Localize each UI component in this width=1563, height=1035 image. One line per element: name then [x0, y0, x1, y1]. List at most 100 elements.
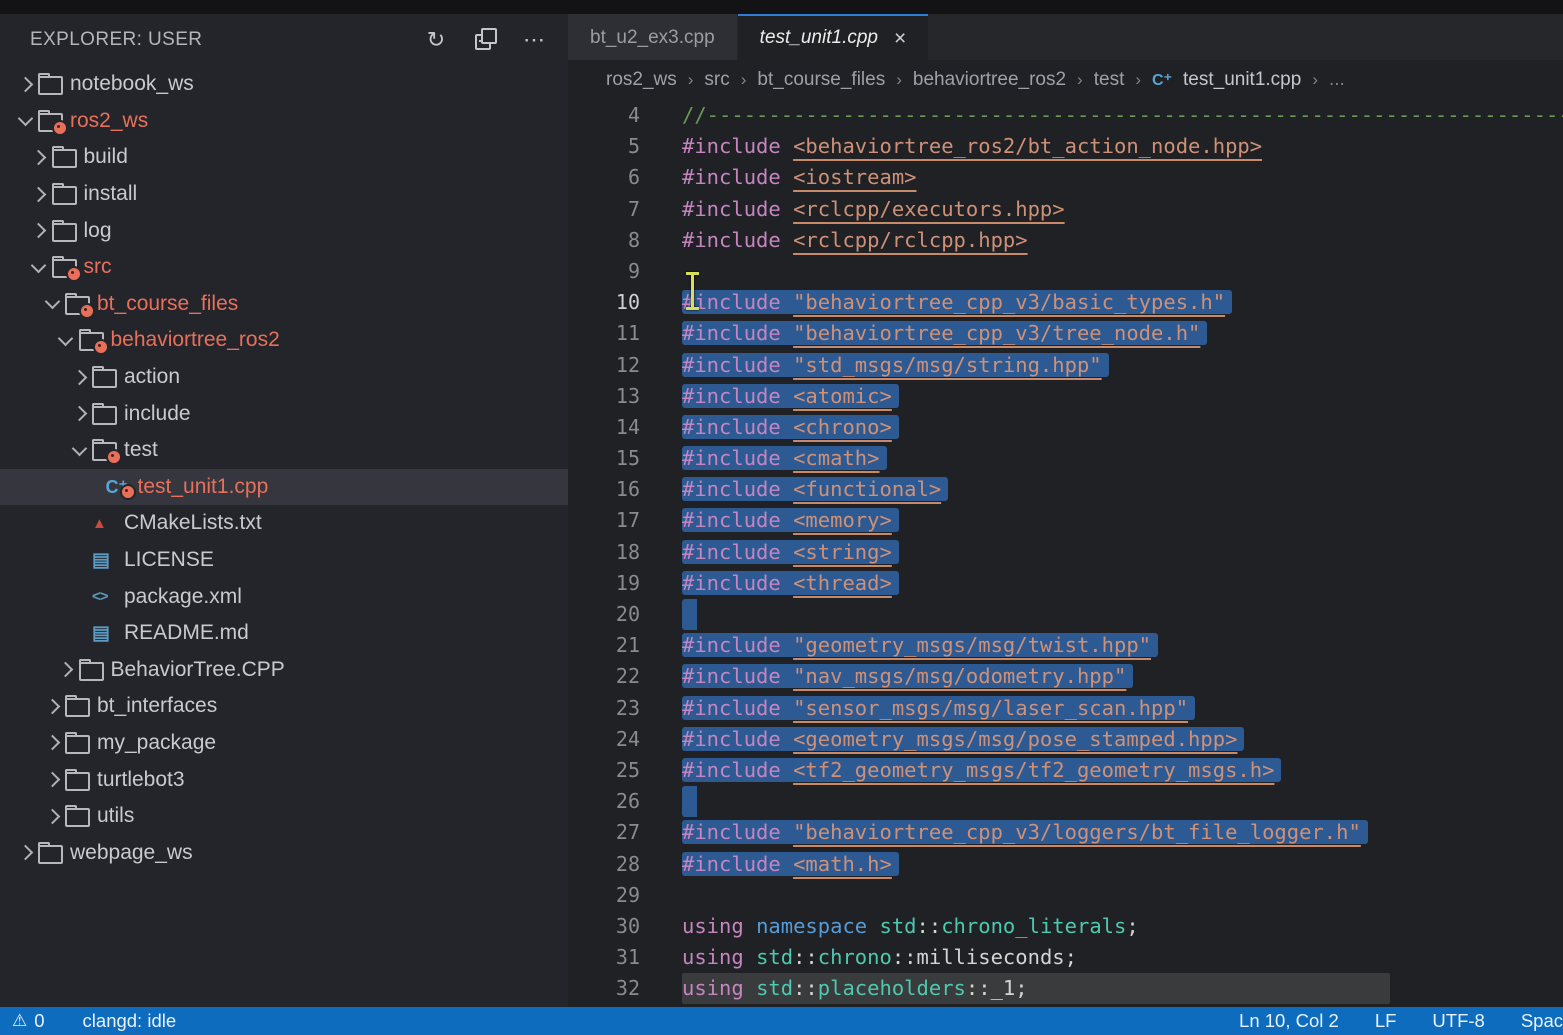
tree-item-label: ros2_ws [70, 109, 148, 133]
selection-highlight: #include "nav_msgs/msg/odometry.hpp" [682, 664, 1133, 688]
folder-icon [92, 366, 124, 388]
code-line-content: #include "behaviortree_cpp_v3/tree_node.… [682, 318, 1207, 349]
code-line-content: #include <memory> [682, 505, 899, 536]
tree-item-readme-md[interactable]: ▤README.md [0, 615, 568, 652]
code-editor[interactable]: 4//-------------------------------------… [568, 100, 1563, 1007]
code-line-content: #include <behaviortree_ros2/bt_action_no… [682, 131, 1262, 162]
indentation-indicator[interactable]: Spac [1521, 1010, 1563, 1032]
error-badge [120, 484, 136, 500]
selection-highlight: #include <atomic> [682, 384, 899, 408]
code-line-32[interactable]: 32using std::placeholders::_1; [568, 973, 1563, 1004]
breadcrumb-item-test[interactable]: test [1094, 69, 1125, 91]
tree-item-behaviortree-ros2[interactable]: behaviortree_ros2 [0, 322, 568, 359]
tree-item-include[interactable]: include [0, 395, 568, 432]
tree-item-src[interactable]: src [0, 249, 568, 286]
code-line-13[interactable]: 13#include <atomic> [568, 381, 1563, 412]
gutter-line-number: 21 [568, 630, 640, 661]
code-line-11[interactable]: 11#include "behaviortree_cpp_v3/tree_nod… [568, 318, 1563, 349]
code-line-20[interactable]: 20 [568, 599, 1563, 630]
breadcrumb-file[interactable]: test_unit1.cpp [1183, 69, 1301, 91]
problems-indicator[interactable]: ⚠ 0 [12, 1010, 45, 1032]
breadcrumb-item-behaviortree_ros2[interactable]: behaviortree_ros2 [913, 69, 1066, 91]
tree-item-bt-interfaces[interactable]: bt_interfaces [0, 688, 568, 725]
code-line-21[interactable]: 21#include "geometry_msgs/msg/twist.hpp" [568, 630, 1563, 661]
more-actions-icon[interactable]: ⋯ [522, 29, 546, 51]
code-line-28[interactable]: 28#include <math.h> [568, 849, 1563, 880]
code-line-10[interactable]: 10#include "behaviortree_cpp_v3/basic_ty… [568, 287, 1563, 318]
breadcrumb-separator: › [1077, 70, 1083, 90]
selection-highlight [682, 599, 697, 630]
tree-item-my-package[interactable]: my_package [0, 725, 568, 762]
clangd-status[interactable]: clangd: idle [83, 1010, 177, 1032]
code-line-content: #include <atomic> [682, 381, 899, 412]
code-line-6[interactable]: 6#include <iostream> [568, 162, 1563, 193]
code-line-4[interactable]: 4//-------------------------------------… [568, 100, 1563, 131]
code-line-18[interactable]: 18#include <string> [568, 537, 1563, 568]
code-line-content: #include "nav_msgs/msg/odometry.hpp" [682, 661, 1133, 692]
chevron-right-icon [12, 79, 38, 90]
tree-item-turtlebot3[interactable]: turtlebot3 [0, 761, 568, 798]
tree-item-log[interactable]: log [0, 212, 568, 249]
tree-item-action[interactable]: action [0, 359, 568, 396]
tab-bt-u2-ex3-cpp[interactable]: bt_u2_ex3.cpp [568, 14, 737, 60]
code-line-16[interactable]: 16#include <functional> [568, 474, 1563, 505]
breadcrumb-item-bt_course_files[interactable]: bt_course_files [757, 69, 885, 91]
tree-item-build[interactable]: build [0, 139, 568, 176]
eol-indicator[interactable]: LF [1375, 1010, 1397, 1032]
tree-item-bt-course-files[interactable]: bt_course_files [0, 286, 568, 323]
cpp-file-icon: C⁺ [1152, 70, 1172, 90]
book-file-icon: ▤ [92, 624, 124, 643]
code-line-5[interactable]: 5#include <behaviortree_ros2/bt_action_n… [568, 131, 1563, 162]
code-line-17[interactable]: 17#include <memory> [568, 505, 1563, 536]
collapse-folders-icon[interactable] [473, 28, 497, 52]
book-file-icon: ▤ [92, 551, 124, 570]
code-line-8[interactable]: 8#include <rclcpp/rclcpp.hpp> [568, 225, 1563, 256]
breadcrumb-item-ros2_ws[interactable]: ros2_ws [606, 69, 677, 91]
tree-item-label: bt_interfaces [97, 694, 217, 718]
folder-icon [52, 220, 84, 242]
code-line-27[interactable]: 27#include "behaviortree_cpp_v3/loggers/… [568, 817, 1563, 848]
tree-item-test-unit1-cpp[interactable]: C⁺test_unit1.cpp [0, 469, 568, 506]
tree-item-license[interactable]: ▤LICENSE [0, 542, 568, 579]
tab-test-unit1-cpp[interactable]: test_unit1.cpp× [738, 14, 929, 60]
code-line-14[interactable]: 14#include <chrono> [568, 412, 1563, 443]
code-line-25[interactable]: 25#include <tf2_geometry_msgs/tf2_geomet… [568, 755, 1563, 786]
code-line-22[interactable]: 22#include "nav_msgs/msg/odometry.hpp" [568, 661, 1563, 692]
cursor-position[interactable]: Ln 10, Col 2 [1239, 1010, 1339, 1032]
folder-icon [38, 842, 70, 864]
tree-item-cmakelists-txt[interactable]: ▲CMakeLists.txt [0, 505, 568, 542]
code-line-9[interactable]: 9 [568, 256, 1563, 287]
code-line-15[interactable]: 15#include <cmath> [568, 443, 1563, 474]
code-line-19[interactable]: 19#include <thread> [568, 568, 1563, 599]
tree-item-webpage-ws[interactable]: webpage_ws [0, 834, 568, 871]
code-line-12[interactable]: 12#include "std_msgs/msg/string.hpp" [568, 350, 1563, 381]
code-line-29[interactable]: 29 [568, 880, 1563, 911]
tree-item-utils[interactable]: utils [0, 798, 568, 835]
code-line-26[interactable]: 26 [568, 786, 1563, 817]
code-line-7[interactable]: 7#include <rclcpp/executors.hpp> [568, 194, 1563, 225]
close-icon[interactable]: × [894, 28, 906, 49]
error-badge [106, 449, 122, 465]
tree-item-install[interactable]: install [0, 176, 568, 213]
selection-highlight: #include "std_msgs/msg/string.hpp" [682, 353, 1109, 377]
tree-item-notebook-ws[interactable]: notebook_ws [0, 66, 568, 103]
breadcrumb-separator: › [688, 70, 694, 90]
code-line-24[interactable]: 24#include <geometry_msgs/msg/pose_stamp… [568, 724, 1563, 755]
code-line-23[interactable]: 23#include "sensor_msgs/msg/laser_scan.h… [568, 693, 1563, 724]
code-line-content [682, 786, 697, 817]
code-line-31[interactable]: 31using std::chrono::milliseconds; [568, 942, 1563, 973]
occurrence-highlight: using std::placeholders::_1; [682, 973, 1390, 1004]
code-line-30[interactable]: 30using namespace std::chrono_literals; [568, 911, 1563, 942]
tree-item-test[interactable]: test [0, 432, 568, 469]
code-line-content: using std::chrono::milliseconds; [682, 942, 1077, 973]
encoding-indicator[interactable]: UTF-8 [1432, 1010, 1484, 1032]
tree-item-ros2-ws[interactable]: ros2_ws [0, 103, 568, 140]
tree-item-label: install [84, 182, 138, 206]
tree-item-package-xml[interactable]: <>package.xml [0, 578, 568, 615]
breadcrumb-ellipsis[interactable]: ... [1329, 69, 1345, 91]
refresh-explorer-icon[interactable]: ↻ [424, 29, 448, 51]
folder-icon [38, 73, 70, 95]
breadcrumb-item-src[interactable]: src [704, 69, 729, 91]
tree-item-behaviortree-cpp[interactable]: BehaviorTree.CPP [0, 652, 568, 689]
gutter-line-number: 14 [568, 412, 640, 443]
